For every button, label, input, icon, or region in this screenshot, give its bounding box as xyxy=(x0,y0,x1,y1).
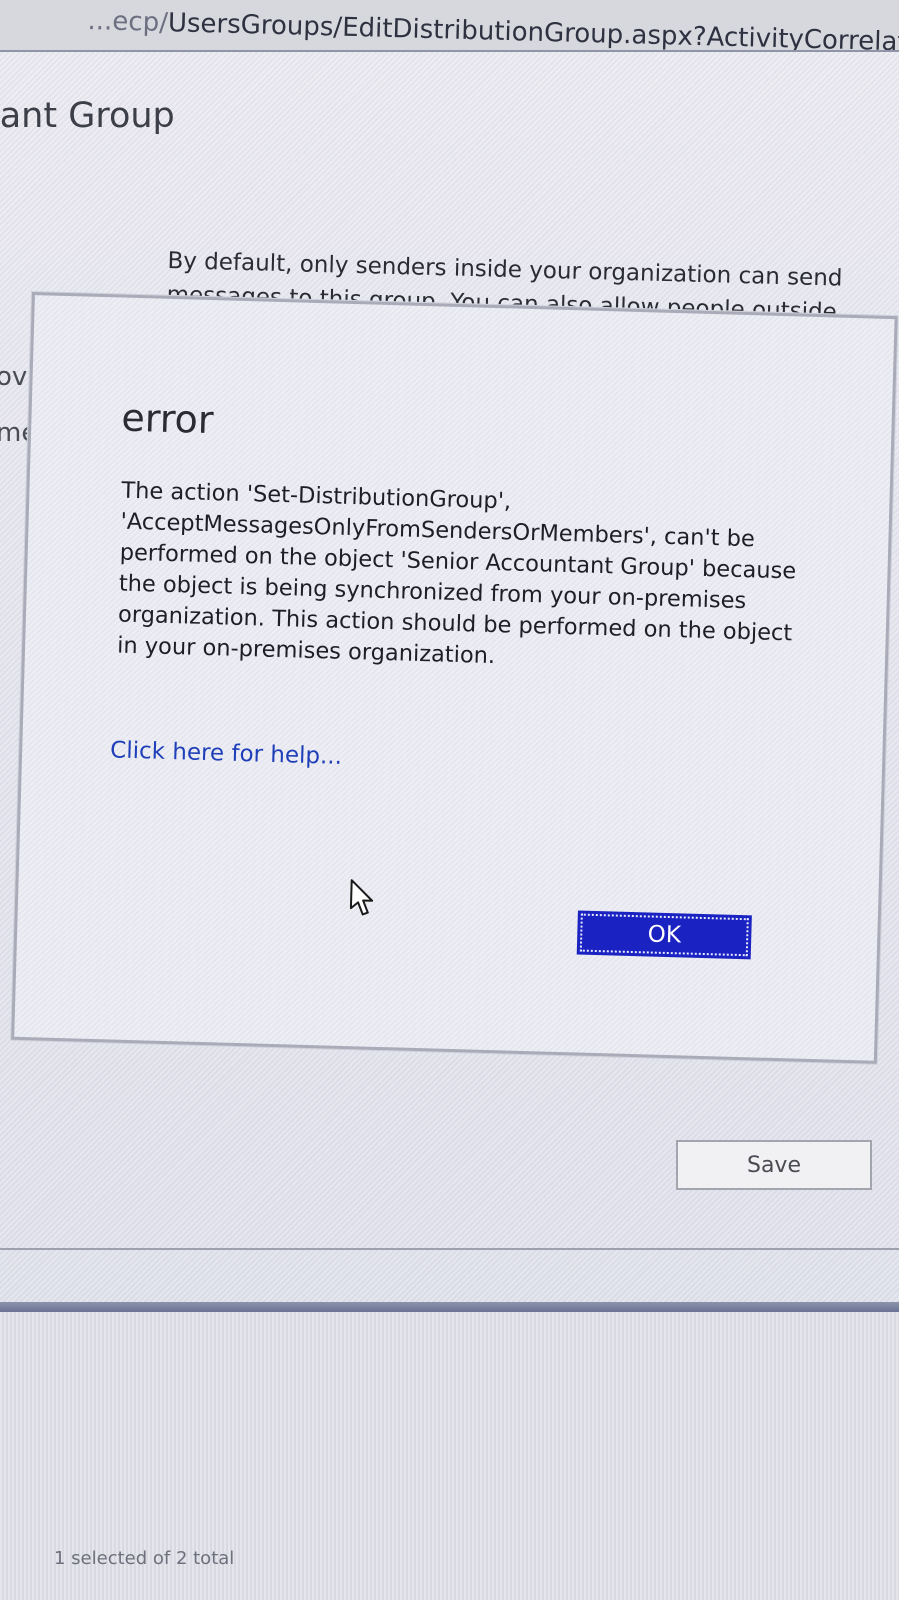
page-title: tant Group xyxy=(0,96,175,136)
url-host: ...ecp/ xyxy=(87,6,169,39)
mouse-pointer-icon xyxy=(349,879,374,916)
address-bar[interactable]: ...ecp/UsersGroups/EditDistributionGroup… xyxy=(0,0,899,52)
dialog-message: The action 'Set-DistributionGroup', 'Acc… xyxy=(116,477,797,670)
selection-status: 1 selected of 2 total xyxy=(54,1548,235,1569)
address-url[interactable]: ...ecp/UsersGroups/EditDistributionGroup… xyxy=(87,6,899,52)
ok-button[interactable]: OK xyxy=(576,910,752,960)
taskbar-divider xyxy=(0,1302,899,1312)
error-dialog: error The action 'Set-DistributionGroup'… xyxy=(11,292,898,1064)
dialog-title: error xyxy=(120,395,215,443)
divider xyxy=(0,1248,899,1250)
screen: ...ecp/UsersGroups/EditDistributionGroup… xyxy=(0,0,899,1600)
help-link[interactable]: Click here for help... xyxy=(110,737,342,769)
url-path: UsersGroups/EditDistributionGroup.aspx?A… xyxy=(167,8,899,52)
save-button[interactable]: Save xyxy=(676,1140,872,1190)
